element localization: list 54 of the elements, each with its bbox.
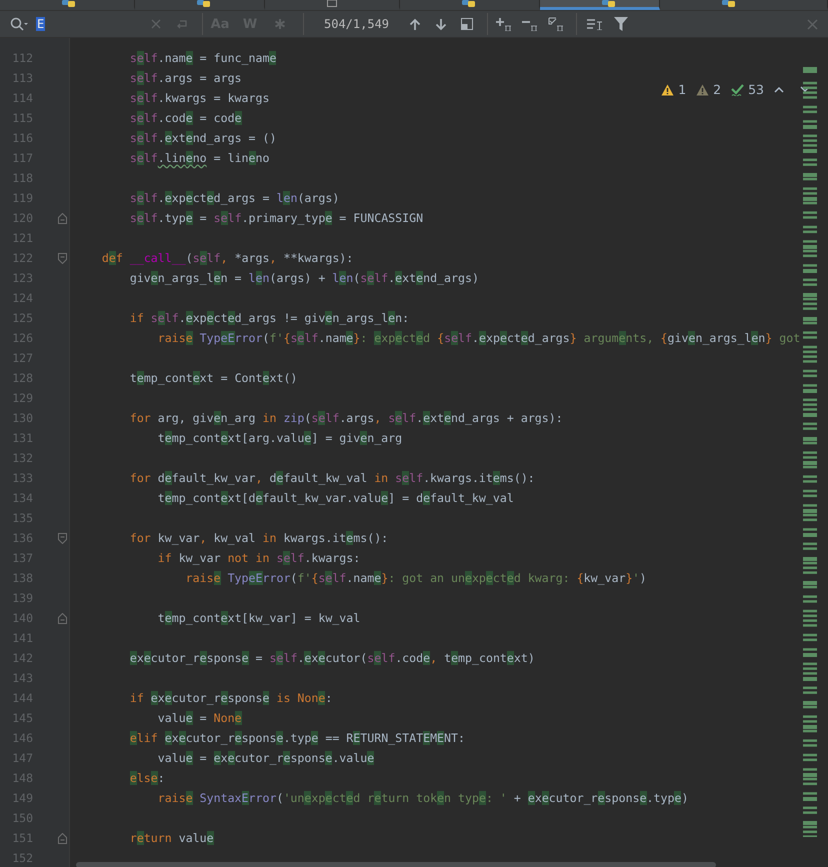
code-line: value = None: [156, 710, 242, 726]
code-line: return value: [128, 830, 214, 846]
code-line: raise TypeError(f'{self.name}: got an unexpected kwarg: {kw_var}'): [184, 570, 647, 586]
code-line: self.kwargs = kwargs: [128, 90, 270, 106]
code-line: temp_context[default_kw_var.value] = default_kw_val: [156, 490, 514, 506]
code-line: temp_context = Context(): [128, 370, 298, 386]
inspection-count[interactable]: 2: [713, 82, 722, 97]
chevron-up-icon[interactable]: [774, 86, 784, 93]
chevron-down-icon[interactable]: [800, 86, 810, 93]
file-icon: [197, 0, 211, 7]
match-counter: 504/1,549: [324, 17, 390, 31]
search-field[interactable]: E: [36, 13, 146, 35]
code-line: raise TypeError(f'{self.name}: expected {self.expected_args} arguments, {given_args_len} got: [156, 330, 800, 346]
code-line: def __call__(self, *args, **kwargs):: [100, 250, 354, 266]
fold-marker-icon[interactable]: [58, 532, 67, 544]
file-tab[interactable]: [540, 0, 660, 10]
file-icon: [62, 0, 76, 7]
fold-marker-icon[interactable]: [58, 832, 67, 844]
code-line: self.type = self.primary_type = FUNCASSIGN: [128, 210, 424, 226]
file-icon: [462, 0, 476, 7]
asterisk-icon: [274, 18, 286, 30]
file-icon: [327, 0, 337, 7]
file-icon: [602, 0, 616, 7]
inspection-count[interactable]: 1: [678, 82, 686, 97]
code-line: if executor_response is None:: [128, 690, 332, 706]
inspection-count[interactable]: 53: [748, 82, 764, 97]
fold-marker-icon[interactable]: [58, 212, 67, 224]
file-icon: [722, 0, 736, 7]
code-line: temp_context[kw_var] = kw_val: [156, 610, 360, 626]
code-line: given_args_len = len(args) + len(self.extend_args): [128, 270, 479, 286]
fold-marker-icon[interactable]: [58, 612, 67, 624]
code-line: self.args = args: [128, 70, 242, 86]
code-line: elif executor_response.type == RETURN_STATEMENT:: [128, 730, 465, 746]
warning-icon[interactable]: [696, 84, 710, 96]
warning-icon[interactable]: [661, 84, 674, 96]
code-line: if self.expected_args != given_args_len:: [128, 310, 410, 326]
fold-marker-icon[interactable]: [58, 252, 67, 264]
code-line: self.extend_args = (): [128, 130, 276, 146]
code-line: executor_response = self.executor(self.code, temp_context): [128, 650, 535, 666]
code-line: self.lineno = lineno: [128, 150, 270, 166]
code-line: for arg, given_arg in zip(self.args, self.extend_args + args):: [128, 410, 563, 426]
code-line: value = executor_response.value: [156, 750, 374, 766]
code-line: self.code = code: [128, 110, 242, 126]
code-line: temp_context[arg.value] = given_arg: [156, 430, 402, 446]
code-line: raise SyntaxError('unexpected return token type: ' + executor_response.type): [156, 790, 688, 806]
code-line: if kw_var not in self.kwargs:: [156, 550, 360, 566]
code-line: self.name = func_name: [128, 50, 276, 66]
horizontal-scrollbar[interactable]: [76, 862, 716, 867]
check-icon[interactable]: [731, 84, 744, 96]
search-icon[interactable]: [10, 17, 28, 31]
code-line: self.expected_args = len(args): [128, 190, 340, 206]
code-line: for kw_var, kw_val in kwargs.items():: [128, 530, 388, 546]
code-line: for default_kw_var, default_kw_val in self.kwargs.items():: [128, 470, 535, 486]
code-line: else:: [128, 770, 165, 786]
